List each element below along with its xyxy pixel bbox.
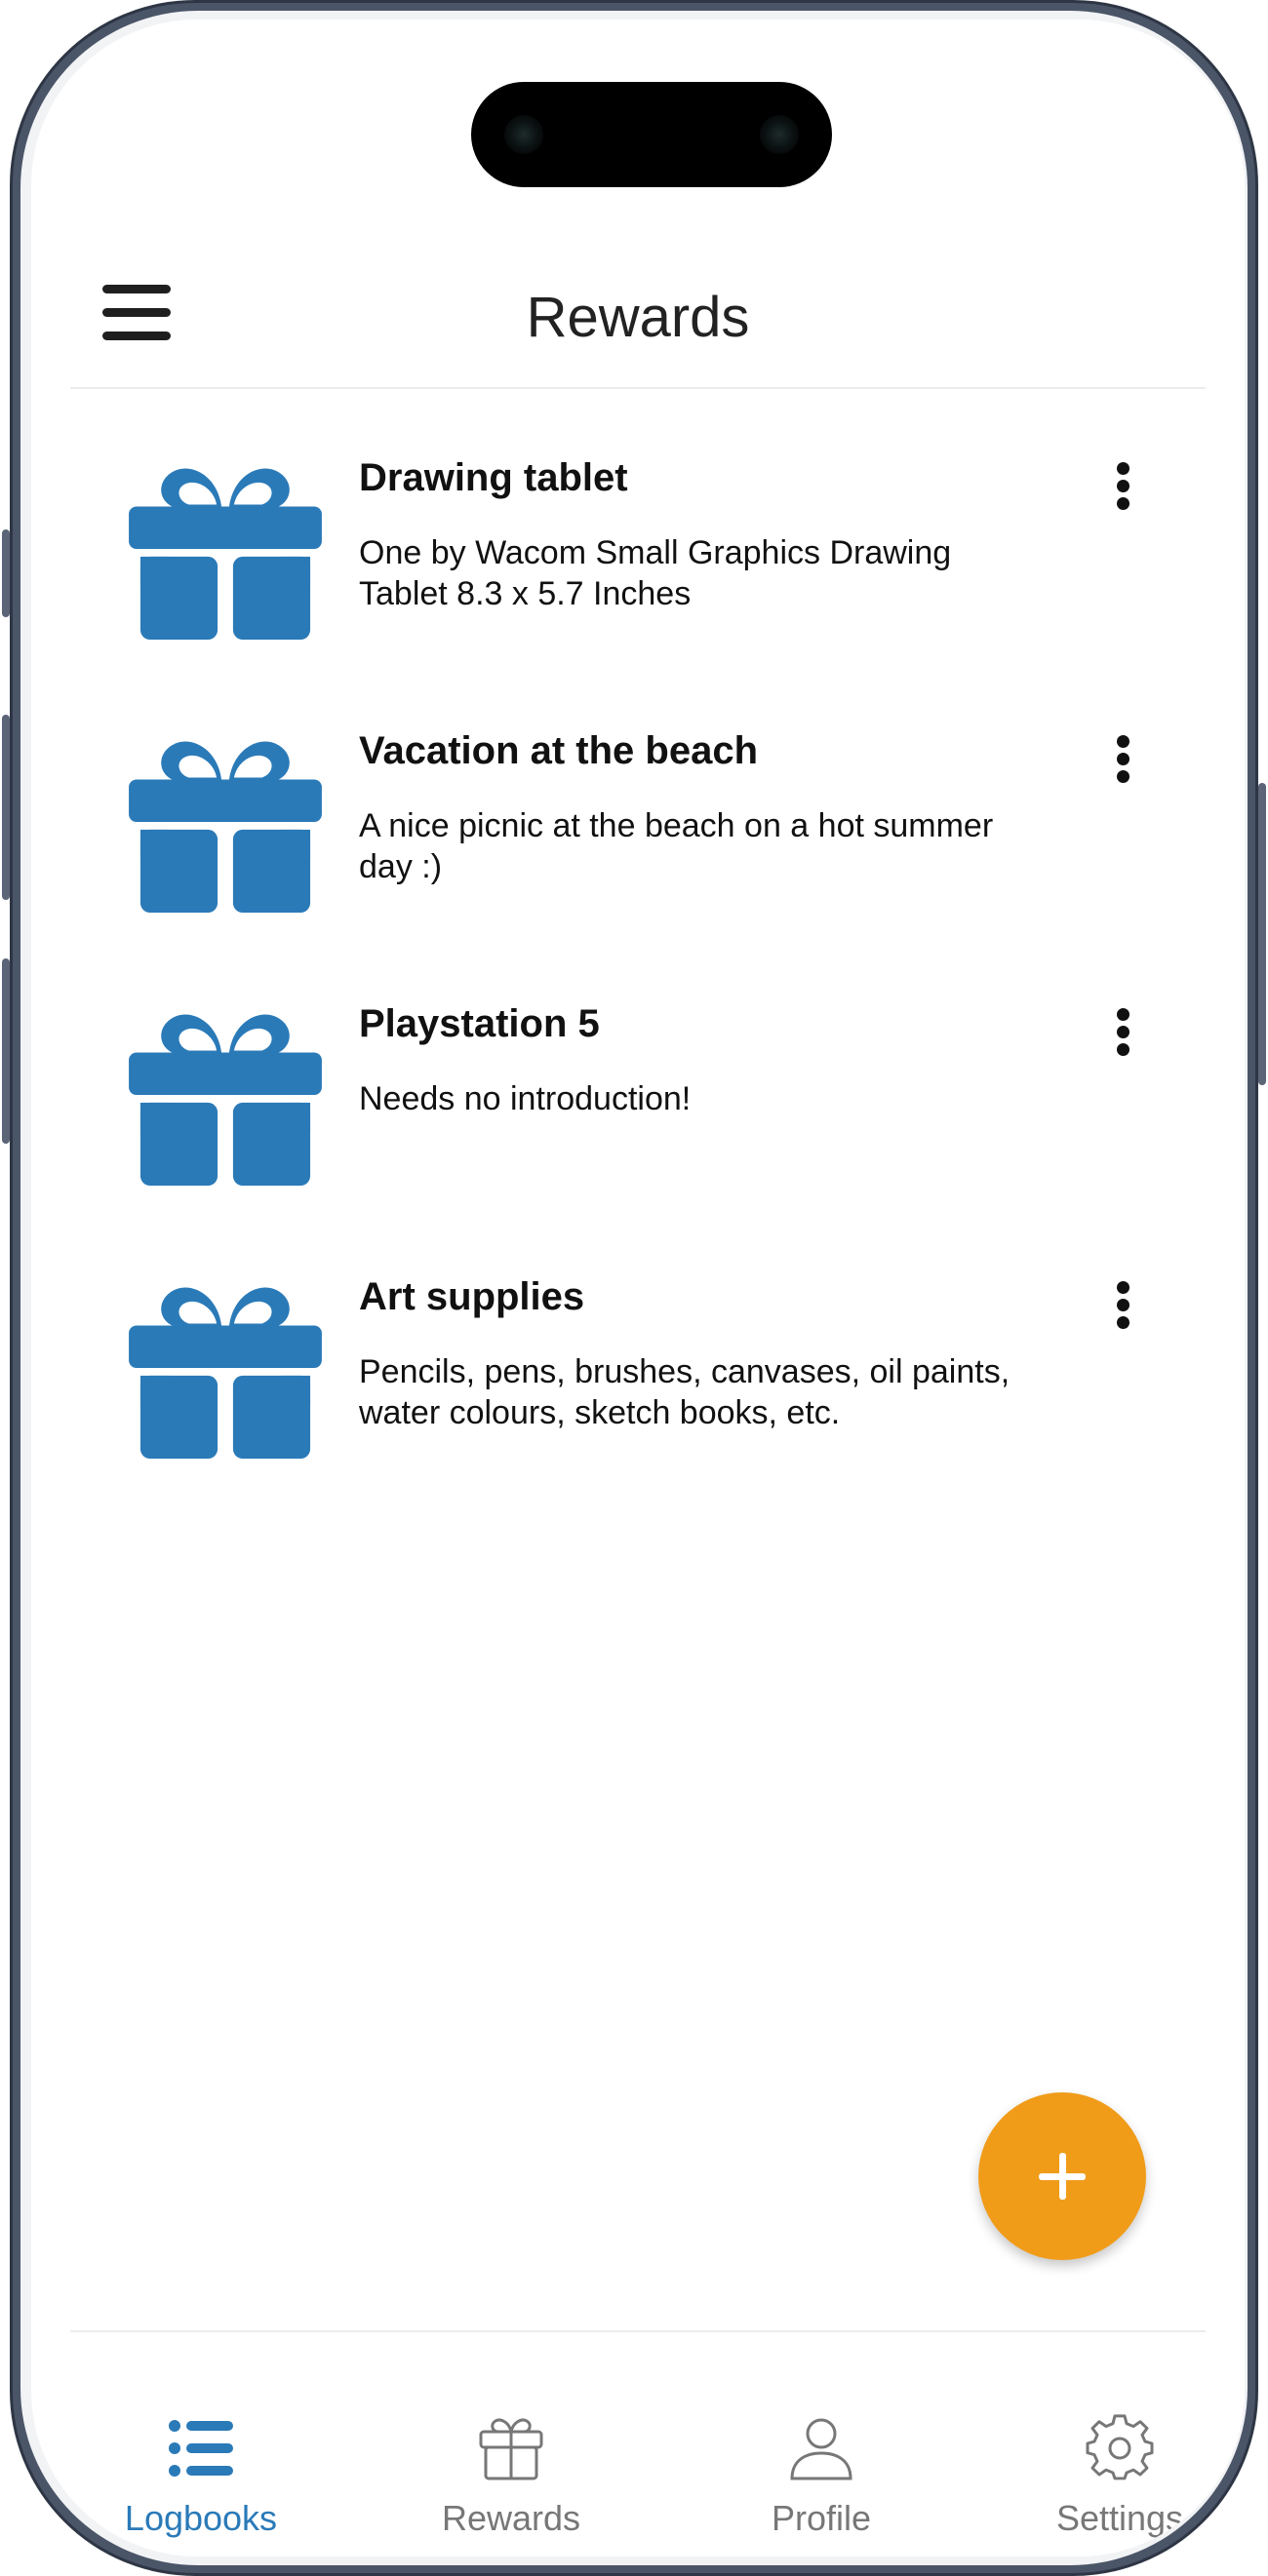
- more-vertical-icon[interactable]: [1104, 1275, 1143, 1334]
- sensor-icon: [760, 115, 799, 154]
- app-header: Rewards: [31, 215, 1245, 388]
- reward-title: Art supplies: [359, 1275, 585, 1318]
- action-button: [2, 529, 10, 617]
- list-item[interactable]: Drawing tablet One by Wacom Small Graphi…: [31, 447, 1245, 700]
- tab-logbooks[interactable]: Logbooks: [84, 2332, 318, 2538]
- volume-up-button: [2, 715, 10, 900]
- tab-settings[interactable]: Settings: [1003, 2332, 1237, 2538]
- list-item[interactable]: Art supplies Pencils, pens, brushes, can…: [31, 1266, 1245, 1519]
- list-item[interactable]: Playstation 5 Needs no introduction!: [31, 993, 1245, 1246]
- tab-profile[interactable]: Profile: [704, 2332, 938, 2538]
- reward-title: Vacation at the beach: [359, 729, 759, 772]
- more-vertical-icon[interactable]: [1104, 456, 1143, 515]
- reward-description: Pencils, pens, brushes, canvases, oil pa…: [359, 1353, 1010, 1431]
- more-vertical-icon[interactable]: [1104, 729, 1143, 788]
- reward-description: A nice picnic at the beach on a hot summ…: [359, 807, 994, 885]
- more-vertical-icon[interactable]: [1104, 1002, 1143, 1061]
- header-divider: [70, 387, 1206, 389]
- power-button: [1258, 783, 1266, 1085]
- gift-icon: [129, 1014, 322, 1186]
- dynamic-island: [471, 82, 832, 187]
- list-item[interactable]: Vacation at the beach A nice picnic at t…: [31, 720, 1245, 973]
- gift-icon: [479, 2418, 543, 2480]
- reward-title: Playstation 5: [359, 1002, 600, 1045]
- page-title: Rewards: [526, 286, 750, 349]
- gift-icon: [129, 1287, 322, 1459]
- tab-label: Rewards: [441, 2498, 581, 2538]
- front-camera-icon: [504, 115, 543, 154]
- reward-title: Drawing tablet: [359, 456, 628, 499]
- reward-description: One by Wacom Small Graphics Drawing Tabl…: [359, 534, 952, 612]
- add-reward-button[interactable]: [978, 2092, 1146, 2260]
- tab-label: Logbooks: [124, 2498, 278, 2538]
- list-icon: [169, 2420, 233, 2477]
- reward-description: Needs no introduction!: [359, 1080, 692, 1117]
- user-icon: [790, 2418, 852, 2480]
- gear-icon: [1086, 2414, 1154, 2480]
- gift-icon: [129, 741, 322, 913]
- app-screen: Rewards Drawing tablet One by Wacom Smal…: [31, 20, 1245, 2556]
- volume-down-button: [2, 958, 10, 1144]
- tab-label: Settings: [1055, 2498, 1184, 2538]
- tab-label: Profile: [771, 2498, 872, 2538]
- gift-icon: [129, 468, 322, 640]
- tab-rewards[interactable]: Rewards: [394, 2332, 628, 2538]
- bottom-tab-bar: Logbooks Rewards Profile Settings: [31, 2332, 1245, 2556]
